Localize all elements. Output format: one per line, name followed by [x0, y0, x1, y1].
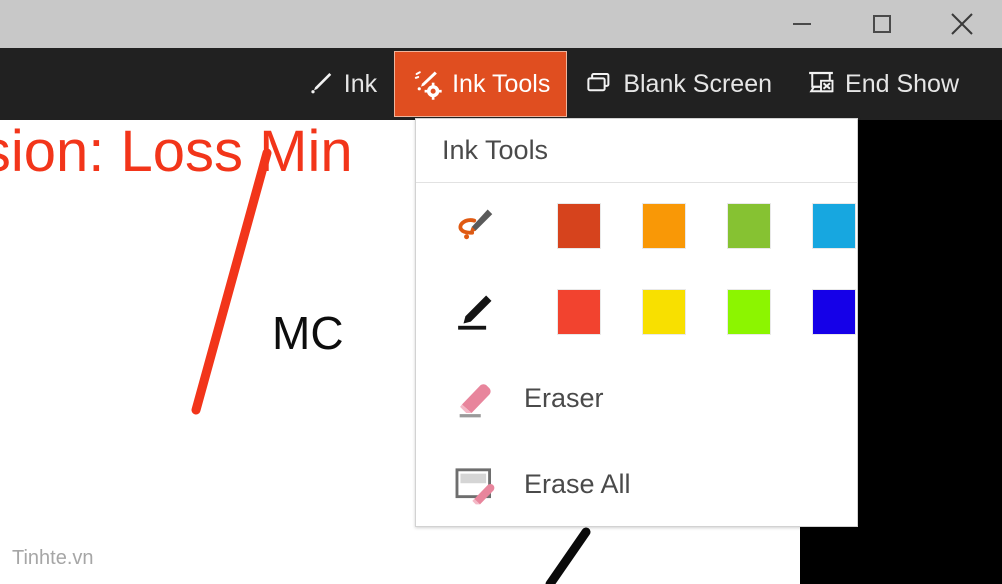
toolbar-button-blank-screen[interactable]: Blank Screen — [567, 51, 789, 117]
minimize-button[interactable] — [762, 0, 842, 48]
highlighter-color-row — [416, 183, 857, 269]
menu-item-label-erase-all: Erase All — [524, 468, 631, 499]
maximize-button[interactable] — [842, 0, 922, 48]
pen-swatch-red[interactable] — [557, 289, 601, 335]
highlighter-swatch-orange[interactable] — [642, 203, 686, 249]
eraser-icon — [438, 375, 516, 421]
toolbar-button-ink-tools[interactable]: Ink Tools — [394, 51, 568, 117]
end-show-icon — [806, 69, 836, 99]
window-titlebar — [0, 0, 1002, 48]
pen-swatch-blue[interactable] — [812, 289, 856, 335]
toolbar-label-end-show: End Show — [845, 69, 959, 98]
ink-tools-popup: Ink Tools Eraser Erase All — [415, 118, 858, 527]
ink-tools-icon — [411, 68, 443, 100]
pen-color-row — [416, 269, 857, 355]
minimize-icon — [790, 12, 814, 36]
toolbar-button-ink[interactable]: Ink — [288, 51, 394, 117]
toolbar-button-end-show[interactable]: End Show — [789, 51, 976, 117]
toolbar-label-blank-screen: Blank Screen — [623, 69, 773, 98]
blank-screen-icon — [584, 69, 614, 99]
pen-icon[interactable] — [438, 289, 516, 335]
menu-item-erase-all[interactable]: Erase All — [416, 441, 857, 527]
pen-swatch-yellow[interactable] — [642, 289, 686, 335]
toolbar-label-ink-tools: Ink Tools — [452, 69, 551, 98]
close-icon — [947, 9, 977, 39]
red-ink-stroke — [191, 148, 272, 415]
ink-tools-popup-header: Ink Tools — [416, 119, 857, 183]
highlighter-swatch-green[interactable] — [727, 203, 771, 249]
highlighter-icon[interactable] — [438, 203, 516, 249]
black-ink-stroke — [545, 527, 591, 584]
presenter-toolbar: Ink Ink Tools Blank Screen End Show — [0, 48, 1002, 120]
menu-item-eraser[interactable]: Eraser — [416, 355, 857, 441]
ink-tools-popup-title: Ink Tools — [442, 135, 549, 165]
highlighter-swatch-blue[interactable] — [812, 203, 856, 249]
close-button[interactable] — [922, 0, 1002, 48]
pen-icon — [305, 69, 335, 99]
erase-all-icon — [438, 461, 516, 507]
toolbar-label-ink: Ink — [343, 69, 378, 98]
maximize-icon — [870, 12, 894, 36]
watermark: Tinhte.vn — [12, 547, 94, 569]
highlighter-swatch-dark-orange[interactable] — [557, 203, 601, 249]
pen-swatch-lime[interactable] — [727, 289, 771, 335]
menu-item-label-eraser: Eraser — [524, 382, 604, 413]
